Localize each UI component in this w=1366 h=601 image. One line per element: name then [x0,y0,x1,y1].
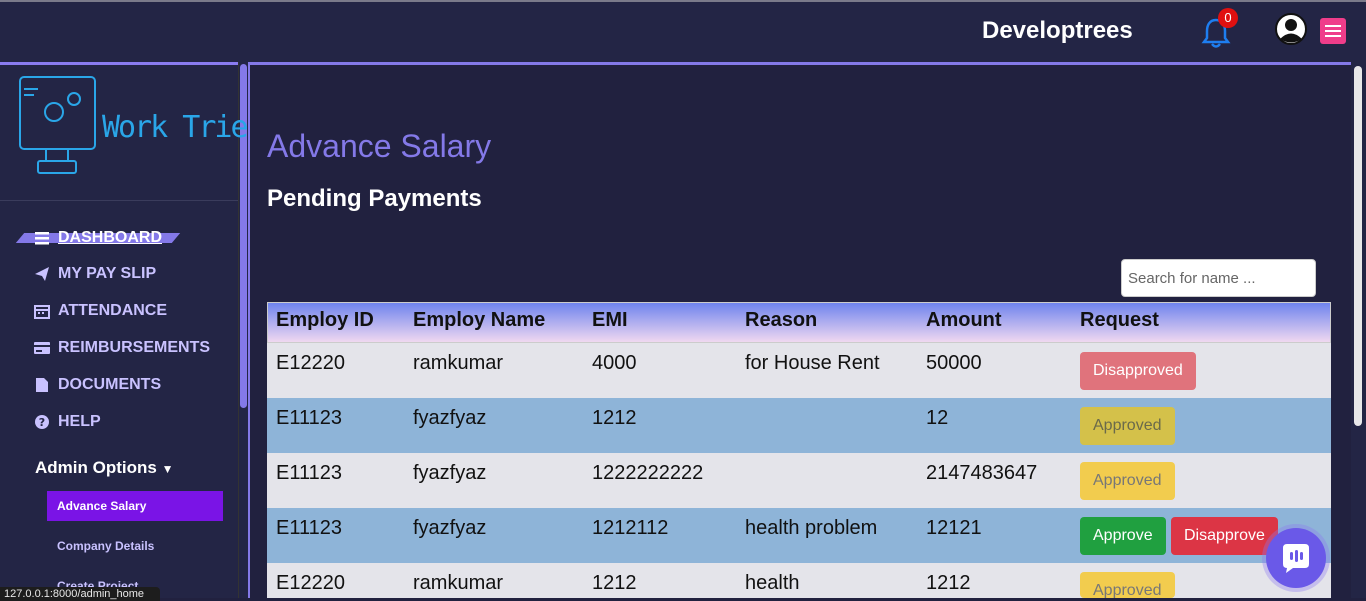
cell-employ-name: fyazfyaz [413,517,487,539]
cell-emi: 1222222222 [592,462,704,484]
admin-options-toggle[interactable]: Admin Options ▼ [35,458,173,478]
paper-plane-icon [35,267,49,281]
sidebar-item-label: DOCUMENTS [58,376,162,393]
cell-employ-id: E11123 [276,462,342,484]
cell-emi: 1212112 [592,517,669,539]
chat-widget-button[interactable] [1266,528,1326,588]
top-navbar [0,0,1366,62]
cell-employ-id: E11123 [276,407,342,429]
column-header: Employ Name [413,309,546,331]
credit-card-icon [34,342,50,354]
cell-reason: health [745,572,800,594]
cell-employ-id: E12220 [276,352,345,374]
caret-down-icon: ▼ [161,462,174,476]
cell-employ-name: fyazfyaz [413,462,487,484]
cell-emi: 1212 [592,407,637,429]
file-icon [36,378,48,392]
cell-emi: 1212 [592,572,637,594]
calendar-icon [34,305,50,319]
cell-amount: 12121 [926,517,982,539]
column-header: Amount [926,309,1002,331]
column-header: Reason [745,309,818,331]
disapproved-button[interactable]: Disapproved [1080,352,1196,390]
cell-amount: 50000 [926,352,982,374]
disapprove-button[interactable]: Disapprove [1171,517,1278,555]
cell-emi: 4000 [592,352,637,374]
logo-text: Work Tried [102,110,265,145]
sidebar-item-attendance[interactable]: ATTENDANCE [34,299,167,323]
column-header: EMI [592,309,628,331]
bars-icon [35,232,49,245]
sidebar-item-reimbursements[interactable]: REIMBURSEMENTS [34,336,210,360]
approved-button[interactable]: Approved [1080,572,1175,598]
user-avatar-icon[interactable] [1274,12,1308,46]
cell-amount: 12 [926,407,949,429]
cell-employ-id: E11123 [276,517,342,539]
column-header: Employ ID [276,309,374,331]
cell-amount: 1212 [926,572,971,594]
sidebar-item-my-pay-slip[interactable]: MY PAY SLIP [34,262,156,286]
cell-reason: health problem [745,517,878,539]
approved-button[interactable]: Approved [1080,462,1175,500]
sidebar-item-label: ATTENDANCE [58,302,168,319]
sidebar-item-label: HELP [58,413,101,430]
sidebar-item-label: REIMBURSEMENTS [58,339,211,356]
sidebar-item-label: DASHBOARD [58,229,162,246]
sidebar-subitem-company-details[interactable]: Company Details [47,531,223,561]
svg-text:?: ? [39,416,45,429]
cell-employ-id: E12220 [276,572,345,594]
cell-amount: 2147483647 [926,462,1038,484]
notification-badge: 0 [1218,8,1238,28]
sidebar-item-dashboard[interactable]: DASHBOARD [34,226,162,250]
cell-reason: for House Rent [745,352,880,374]
cell-employ-name: ramkumar [413,352,504,374]
question-circle-icon: ? [35,415,49,429]
admin-options-label: Admin Options [35,458,157,477]
status-url: 127.0.0.1:8000/admin_home [0,587,160,601]
sidebar-item-documents[interactable]: DOCUMENTS [34,373,161,397]
hamburger-menu-button[interactable] [1320,18,1346,44]
cell-employ-name: ramkumar [413,572,504,594]
chat-icon [1283,544,1309,573]
page-scroll-thumb[interactable] [1354,66,1362,426]
sidebar-item-help[interactable]: ? HELP [34,410,101,434]
approve-button[interactable]: Approve [1080,517,1166,555]
approved-button[interactable]: Approved [1080,407,1175,445]
cell-employ-name: fyazfyaz [413,407,487,429]
search-input[interactable] [1121,259,1316,297]
page-title: Advance Salary [267,128,492,164]
sidebar-subitem-advance-salary[interactable]: Advance Salary [47,491,223,521]
column-header: Request [1080,309,1159,331]
brand-name: Developtrees [982,17,1133,44]
sidebar-divider [0,200,238,201]
sidebar-item-label: MY PAY SLIP [58,265,157,282]
section-title: Pending Payments [267,185,482,212]
